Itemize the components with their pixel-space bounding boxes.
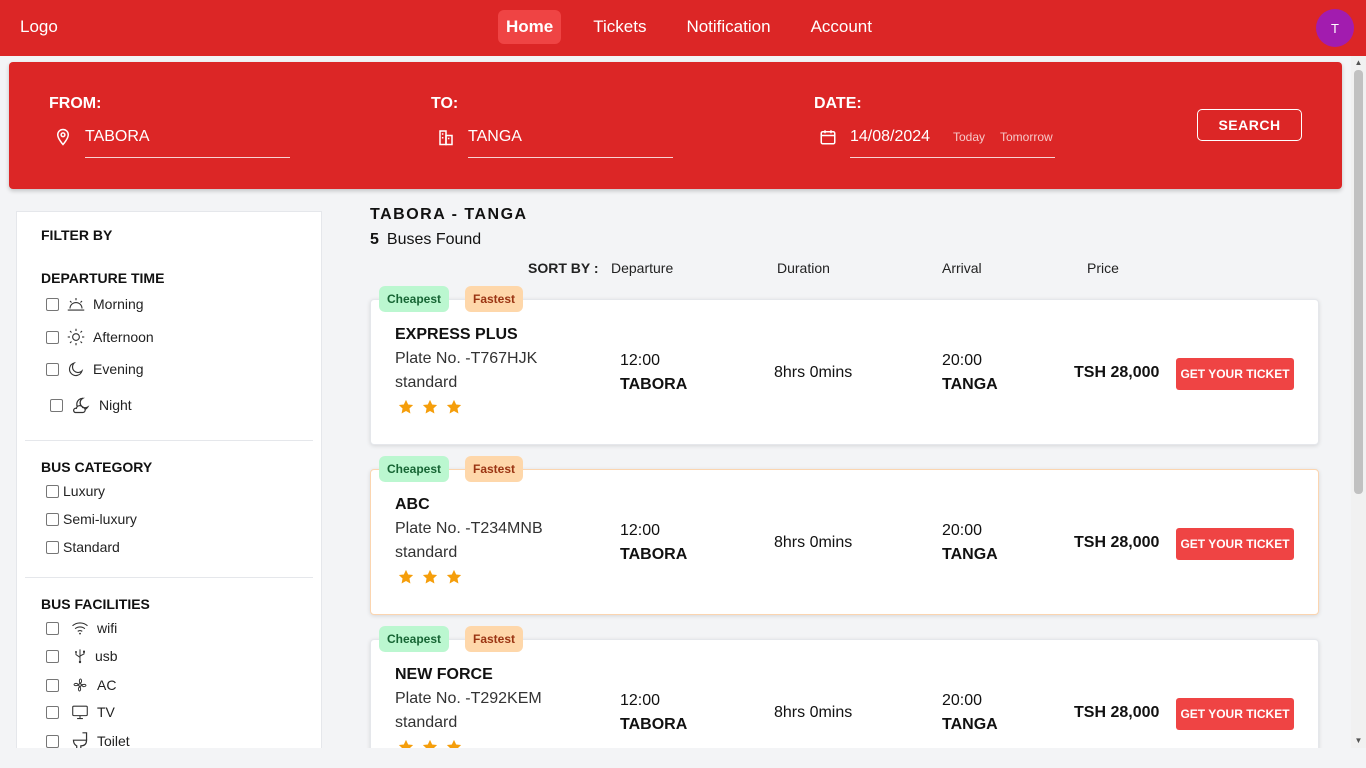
buses-found-label: Buses Found xyxy=(386,231,482,248)
arrival-time: 20:00 xyxy=(942,522,983,539)
from-input[interactable]: TABORA xyxy=(85,126,290,158)
star-icon xyxy=(446,739,462,748)
scrollbar-thumb[interactable] xyxy=(1354,70,1363,494)
tomorrow-link[interactable]: Tomorrow xyxy=(1000,130,1053,144)
arrival-time: 20:00 xyxy=(942,692,983,709)
to-label: TO: xyxy=(431,95,459,112)
get-ticket-button[interactable]: GET YOUR TICKET xyxy=(1176,358,1294,390)
plate-number: Plate No. -T292KEM xyxy=(395,690,542,707)
bus-card: Cheapest Fastest EXPRESS PLUS Plate No. … xyxy=(370,286,1319,445)
nav-account[interactable]: Account xyxy=(803,10,880,44)
ticket-price: TSH 28,000 xyxy=(1074,704,1160,721)
departure-time: 12:00 xyxy=(620,352,661,369)
sort-by-label: SORT BY : xyxy=(528,260,599,276)
star-icon xyxy=(446,569,462,584)
sort-departure[interactable]: Departure xyxy=(611,260,673,276)
route-title: TABORA - TANGA xyxy=(370,206,528,223)
arrival-time: 20:00 xyxy=(942,352,983,369)
plate-number: Plate No. -T234MNB xyxy=(395,520,543,537)
bus-category: standard xyxy=(395,544,458,561)
departure-time: 12:00 xyxy=(620,692,661,709)
calendar-icon xyxy=(820,130,836,145)
sort-duration[interactable]: Duration xyxy=(777,260,830,276)
departure-city: TABORA xyxy=(620,716,688,733)
ticket-price: TSH 28,000 xyxy=(1074,534,1160,551)
scroll-down-arrow-icon[interactable]: ▼ xyxy=(1351,734,1366,748)
sort-arrival[interactable]: Arrival xyxy=(942,260,982,276)
scroll-up-arrow-icon[interactable]: ▲ xyxy=(1351,56,1366,70)
bus-name: ABC xyxy=(395,496,430,513)
avatar[interactable]: T xyxy=(1316,9,1354,47)
filter-title: FILTER BY xyxy=(41,227,113,243)
trip-duration: 8hrs 0mins xyxy=(774,364,853,381)
trip-duration: 8hrs 0mins xyxy=(774,704,853,721)
search-panel: FROM: TABORA TO: TANGA DATE: 14/08/2024 … xyxy=(9,62,1342,189)
get-ticket-button[interactable]: GET YOUR TICKET xyxy=(1176,698,1294,730)
star-icon xyxy=(446,399,462,414)
city-icon xyxy=(439,130,453,146)
page-bottom xyxy=(0,748,1366,768)
star-icon xyxy=(398,569,414,584)
get-ticket-button[interactable]: GET YOUR TICKET xyxy=(1176,528,1294,560)
bus-category: standard xyxy=(395,374,458,391)
star-icon xyxy=(422,399,438,414)
star-icon xyxy=(422,739,438,748)
today-link[interactable]: Today xyxy=(953,130,985,144)
star-rating xyxy=(397,738,463,748)
date-label: DATE: xyxy=(814,95,862,112)
arrival-city: TANGA xyxy=(942,546,998,563)
to-input[interactable]: TANGA xyxy=(468,126,673,158)
fastest-badge: Fastest xyxy=(465,626,524,652)
sort-price[interactable]: Price xyxy=(1087,260,1119,276)
ticket-price: TSH 28,000 xyxy=(1074,364,1160,381)
from-label: FROM: xyxy=(49,95,102,112)
bus-name: NEW FORCE xyxy=(395,666,493,683)
star-icon xyxy=(422,569,438,584)
star-rating xyxy=(397,568,463,586)
nav-tickets[interactable]: Tickets xyxy=(585,10,654,44)
main-nav: Home Tickets Notification Account xyxy=(498,10,904,44)
bus-card: Cheapest Fastest NEW FORCE Plate No. -T2… xyxy=(370,626,1319,748)
nav-home[interactable]: Home xyxy=(498,10,562,44)
star-icon xyxy=(398,739,414,748)
bus-category: standard xyxy=(395,714,458,731)
cheapest-badge: Cheapest xyxy=(379,286,450,312)
cheapest-badge: Cheapest xyxy=(379,456,450,482)
bus-name: EXPRESS PLUS xyxy=(395,326,518,343)
page-scrollbar[interactable]: ▲ ▼ xyxy=(1351,56,1366,748)
fastest-badge: Fastest xyxy=(465,286,524,312)
search-button[interactable]: SEARCH xyxy=(1197,109,1302,141)
top-navbar: Logo Home Tickets Notification Account T xyxy=(0,0,1366,56)
departure-time: 12:00 xyxy=(620,522,661,539)
star-icon xyxy=(398,399,414,414)
trip-duration: 8hrs 0mins xyxy=(774,534,853,551)
logo[interactable]: Logo xyxy=(20,17,58,37)
fastest-badge: Fastest xyxy=(465,456,524,482)
cheapest-badge: Cheapest xyxy=(379,626,450,652)
star-rating xyxy=(397,398,463,416)
buses-count: 5 xyxy=(370,231,379,248)
arrival-city: TANGA xyxy=(942,716,998,733)
buses-found: 5 Buses Found xyxy=(370,231,481,249)
location-pin-icon xyxy=(56,128,70,146)
plate-number: Plate No. -T767HJK xyxy=(395,350,538,367)
results-list: Cheapest Fastest EXPRESS PLUS Plate No. … xyxy=(0,280,1350,748)
nav-notification[interactable]: Notification xyxy=(678,10,778,44)
bus-card: Cheapest Fastest ABC Plate No. -T234MNB … xyxy=(370,456,1319,615)
arrival-city: TANGA xyxy=(942,376,998,393)
departure-city: TABORA xyxy=(620,546,688,563)
departure-city: TABORA xyxy=(620,376,688,393)
